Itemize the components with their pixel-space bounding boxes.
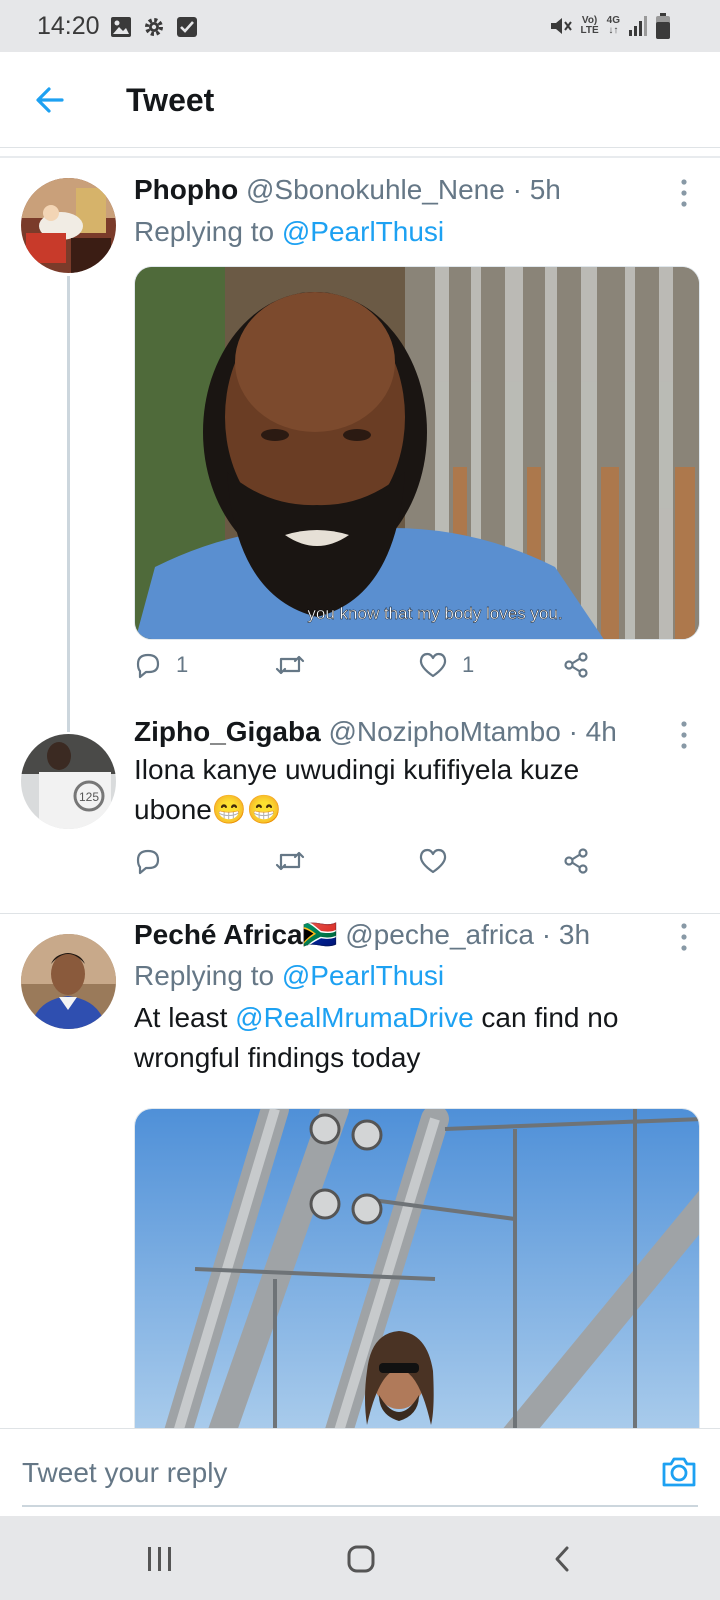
tweet-text-line: Ilona kanye uwudingi kufifiyela kuze	[134, 754, 580, 785]
image-icon	[111, 17, 131, 37]
tweet-media-image[interactable]: you know that my body loves you.	[134, 266, 700, 640]
retweet-button[interactable]	[274, 844, 306, 878]
tweet-text-prefix: At least	[134, 1002, 236, 1033]
more-options-icon[interactable]	[680, 922, 688, 952]
gear-icon	[145, 18, 163, 36]
reply-composer: Tweet your reply	[0, 1428, 720, 1516]
tweet-1[interactable]: Phopho @Sbonokuhle_Nene · 5h Replying to…	[0, 158, 720, 698]
replying-to: Replying to @PearlThusi	[134, 216, 444, 248]
camera-icon[interactable]	[660, 1453, 698, 1491]
avatar[interactable]	[21, 934, 116, 1029]
reply-icon	[136, 849, 160, 875]
avatar[interactable]	[21, 178, 116, 273]
tweet-header: Zipho_Gigaba @NoziphoMtambo · 4h	[134, 716, 617, 748]
user-handle[interactable]: @Sbonokuhle_Nene	[246, 174, 505, 205]
timestamp: 5h	[529, 174, 561, 205]
tweet-text-line: ubone😁😁	[134, 794, 282, 825]
battery-icon	[656, 13, 670, 39]
data-indicator: 4G ↓↑	[607, 16, 620, 36]
timestamp: 3h	[558, 919, 591, 950]
top-app-bar: Tweet	[0, 52, 720, 148]
heart-icon	[419, 848, 447, 874]
status-bar: 14:20 Vo) LTE 4G ↓↑	[0, 0, 720, 52]
separator-dot: ·	[568, 716, 578, 747]
tweet-actions: 1 1	[134, 648, 614, 682]
checkbox-icon	[177, 17, 197, 37]
like-button[interactable]: 1	[418, 648, 474, 682]
share-button[interactable]	[562, 648, 590, 682]
reply-button[interactable]	[134, 844, 162, 878]
home-icon[interactable]	[346, 1544, 376, 1574]
reply-input[interactable]: Tweet your reply	[22, 1457, 227, 1489]
more-options-icon[interactable]	[680, 178, 688, 208]
tweet-text: At least @RealMrumaDrive can find no wro…	[134, 998, 618, 1078]
tweet-text-line: At least @RealMrumaDrive can find no	[134, 998, 618, 1038]
video-still-bearded-man: you know that my body loves you.	[135, 267, 699, 639]
mention-link[interactable]: @PearlThusi	[282, 216, 444, 247]
share-icon	[564, 848, 588, 874]
retweet-icon	[275, 655, 305, 675]
mute-icon	[550, 18, 572, 34]
volte-indicator: Vo) LTE	[581, 16, 599, 36]
tweet-3[interactable]: Peché Africa🇿🇦 @peche_africa · 3h Replyi…	[0, 914, 720, 1428]
avatar[interactable]: 125	[21, 734, 116, 829]
heart-icon	[419, 652, 447, 678]
page-title: Tweet	[126, 82, 215, 118]
system-nav-bar	[0, 1516, 720, 1600]
replying-to: Replying to @PearlThusi	[134, 960, 444, 992]
tweet-text-line: wrongful findings today	[134, 1042, 421, 1073]
tweet-text: Ilona kanye uwudingi kufifiyela kuze ubo…	[134, 750, 579, 830]
reply-button[interactable]: 1	[134, 648, 188, 682]
more-options-icon[interactable]	[680, 720, 688, 750]
recent-apps-icon[interactable]	[145, 1544, 175, 1574]
data-bottom-label: ↓↑	[608, 25, 619, 36]
avatar-badge-number: 125	[79, 790, 99, 804]
timestamp: 4h	[585, 716, 617, 747]
status-time: 14:20	[37, 12, 100, 40]
reply-input-underline	[22, 1505, 698, 1507]
mention-link[interactable]: @PearlThusi	[282, 960, 444, 991]
user-handle[interactable]: @NoziphoMtambo	[328, 716, 560, 747]
tweet-header: Peché Africa🇿🇦 @peche_africa · 3h	[134, 918, 590, 951]
replying-prefix: Replying to	[134, 960, 282, 991]
user-handle[interactable]: @peche_africa	[345, 919, 534, 950]
like-button[interactable]	[418, 844, 448, 878]
like-count: 1	[462, 652, 475, 677]
media-caption: you know that my body loves you.	[307, 604, 562, 623]
tweet-text-suffix: can find no	[473, 1002, 619, 1033]
tweet-2[interactable]: 125 Zipho_Gigaba @NoziphoMtambo · 4h Ilo…	[0, 716, 720, 900]
reply-count: 1	[176, 652, 189, 677]
share-button[interactable]	[562, 844, 590, 878]
tweet-header: Phopho @Sbonokuhle_Nene · 5h	[134, 174, 561, 206]
photo-bridge-man	[135, 1109, 699, 1428]
tweet-media-image[interactable]	[134, 1108, 700, 1428]
tweet-actions	[134, 844, 614, 878]
mention-link[interactable]: @RealMrumaDrive	[235, 1002, 473, 1033]
replying-prefix: Replying to	[134, 216, 282, 247]
volte-bottom-label: LTE	[580, 25, 599, 36]
display-name[interactable]: Zipho_Gigaba	[134, 716, 321, 747]
display-name[interactable]: Peché Africa🇿🇦	[134, 919, 337, 950]
share-icon	[564, 652, 588, 678]
retweet-button[interactable]	[274, 648, 320, 682]
reply-icon	[136, 653, 160, 679]
display-name[interactable]: Phopho	[134, 174, 238, 205]
separator-dot: ·	[512, 174, 522, 205]
retweet-icon	[275, 851, 305, 871]
signal-icon	[629, 16, 647, 36]
separator-dot: ·	[541, 919, 552, 950]
arrow-left-icon[interactable]	[32, 82, 68, 118]
back-icon[interactable]	[548, 1544, 578, 1574]
